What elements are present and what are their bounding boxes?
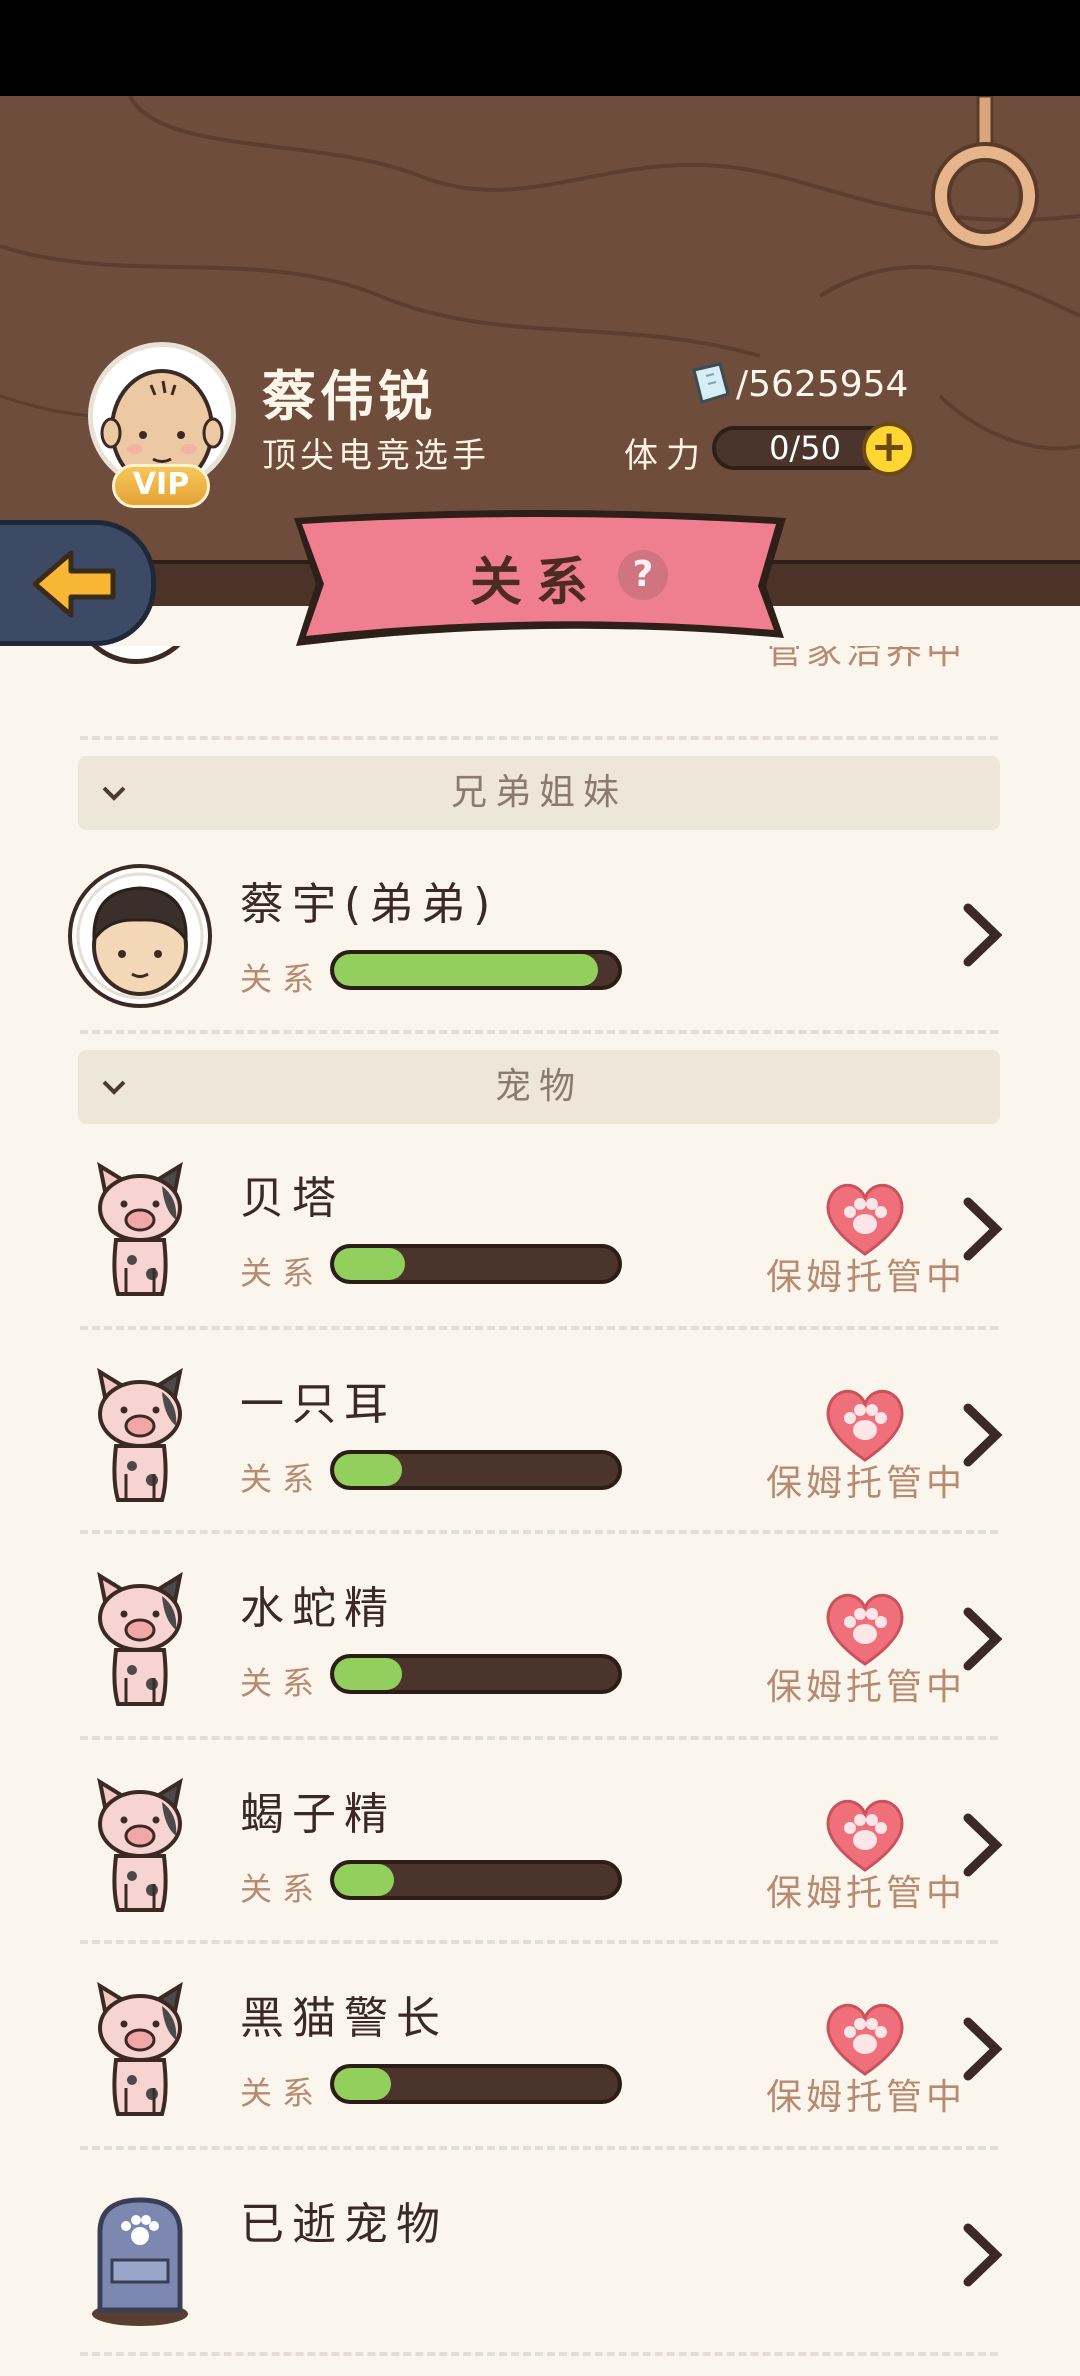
relation-bar bbox=[330, 1450, 622, 1490]
divider bbox=[80, 736, 998, 740]
divider bbox=[80, 1736, 998, 1740]
relation-fill bbox=[334, 954, 599, 986]
pet-status: 保姆托管中 bbox=[766, 1257, 967, 1298]
player-name: 蔡伟锐 bbox=[262, 365, 436, 428]
pet-status: 保姆托管中 bbox=[766, 1667, 967, 1708]
section-title: 兄弟姐妹 bbox=[450, 772, 627, 813]
status-bar bbox=[0, 0, 1080, 96]
chevron-right-icon[interactable] bbox=[960, 1402, 1004, 1468]
partial-status: 管家治养中 bbox=[766, 646, 967, 672]
section-siblings[interactable]: 兄弟姐妹 bbox=[78, 756, 1000, 830]
relation-bar bbox=[330, 2064, 622, 2104]
paw-heart-icon[interactable] bbox=[820, 1792, 910, 1874]
hanging-ring-icon bbox=[931, 96, 1039, 250]
back-arrow-icon bbox=[32, 550, 116, 618]
chevron-right-icon[interactable] bbox=[960, 2222, 1004, 2288]
list-item-pet[interactable]: 贝塔 关系 保姆托管中 bbox=[0, 1140, 1080, 1346]
add-stamina-button[interactable]: + bbox=[862, 422, 916, 476]
relation-label: 关系 bbox=[240, 960, 325, 998]
paw-heart-icon[interactable] bbox=[820, 1382, 910, 1464]
pet-status: 保姆托管中 bbox=[766, 1873, 967, 1914]
relation-label: 关系 bbox=[240, 1870, 325, 1908]
tombstone-icon bbox=[66, 2182, 214, 2330]
relation-fill bbox=[334, 1248, 405, 1280]
pet-status: 保姆托管中 bbox=[766, 1463, 967, 1504]
deceased-pets-label: 已逝宠物 bbox=[240, 2199, 448, 2250]
paw-heart-icon[interactable] bbox=[820, 1176, 910, 1258]
pet-name: 贝塔 bbox=[240, 1173, 344, 1224]
pet-name: 水蛇精 bbox=[240, 1583, 396, 1634]
page-title: 关系 bbox=[470, 553, 603, 613]
relation-bar bbox=[330, 1244, 622, 1284]
pet-name: 蝎子精 bbox=[240, 1789, 396, 1840]
divider bbox=[80, 1326, 998, 1330]
relation-label: 关系 bbox=[240, 2074, 325, 2112]
coin-balance: /5625954 bbox=[736, 364, 909, 405]
list-item-pet[interactable]: 蝎子精 关系 保姆托管中 bbox=[0, 1756, 1080, 1962]
divider bbox=[80, 2146, 998, 2150]
relation-bar bbox=[330, 1860, 622, 1900]
relation-label: 关系 bbox=[240, 1254, 325, 1292]
sibling-avatar bbox=[66, 862, 214, 1010]
divider bbox=[80, 1530, 998, 1534]
relationship-list[interactable]: 管家治养中 兄弟姐妹 蔡宇(弟弟) 关系 宠物 贝塔 关系 保姆托管中 一只耳 … bbox=[0, 646, 1080, 2376]
paw-heart-icon[interactable] bbox=[820, 1586, 910, 1668]
boy-face-icon bbox=[68, 864, 212, 1008]
pet-name: 一只耳 bbox=[240, 1379, 396, 1430]
relation-fill bbox=[334, 1658, 403, 1690]
list-item-pet[interactable]: 一只耳 关系 保姆托管中 bbox=[0, 1346, 1080, 1552]
relation-bar bbox=[330, 1654, 622, 1694]
pet-status: 保姆托管中 bbox=[766, 2077, 967, 2118]
stamina-label: 体力 bbox=[624, 436, 708, 476]
relation-fill bbox=[334, 1864, 394, 1896]
ticket-icon bbox=[692, 362, 730, 404]
relation-fill bbox=[334, 1454, 403, 1486]
chevron-right-icon[interactable] bbox=[960, 902, 1004, 968]
list-item-pet[interactable]: 水蛇精 关系 保姆托管中 bbox=[0, 1550, 1080, 1756]
pet-cat-icon bbox=[66, 1976, 214, 2124]
player-title: 顶尖电竞选手 bbox=[262, 436, 490, 476]
relation-bar bbox=[330, 950, 622, 990]
pet-cat-icon bbox=[66, 1566, 214, 1714]
pet-cat-icon bbox=[66, 1772, 214, 1920]
paw-heart-icon[interactable] bbox=[820, 1996, 910, 2078]
pet-cat-icon bbox=[66, 1156, 214, 1304]
divider bbox=[80, 1940, 998, 1944]
divider bbox=[80, 1030, 998, 1034]
back-button[interactable] bbox=[0, 520, 156, 646]
list-item-pet[interactable]: 黑猫警长 关系 保姆托管中 bbox=[0, 1960, 1080, 2166]
list-item-deceased-pets[interactable]: 已逝宠物 bbox=[0, 2166, 1080, 2372]
list-item-sibling[interactable]: 蔡宇(弟弟) 关系 bbox=[0, 846, 1080, 1052]
sibling-name: 蔡宇(弟弟) bbox=[240, 879, 499, 930]
relation-label: 关系 bbox=[240, 1460, 325, 1498]
pet-cat-icon bbox=[66, 1362, 214, 1510]
chevron-right-icon[interactable] bbox=[960, 2016, 1004, 2082]
section-title: 宠物 bbox=[494, 1066, 583, 1107]
chevron-right-icon[interactable] bbox=[960, 1196, 1004, 1262]
chevron-right-icon[interactable] bbox=[960, 1812, 1004, 1878]
help-button[interactable]: ? bbox=[618, 550, 668, 600]
section-pets[interactable]: 宠物 bbox=[78, 1050, 1000, 1124]
pet-name: 黑猫警长 bbox=[240, 1993, 448, 2044]
partial-avatar bbox=[72, 646, 200, 664]
relation-fill bbox=[334, 2068, 391, 2100]
chevron-right-icon[interactable] bbox=[960, 1606, 1004, 1672]
divider bbox=[80, 2352, 998, 2356]
relation-label: 关系 bbox=[240, 1664, 325, 1702]
vip-badge: VIP bbox=[112, 464, 210, 508]
